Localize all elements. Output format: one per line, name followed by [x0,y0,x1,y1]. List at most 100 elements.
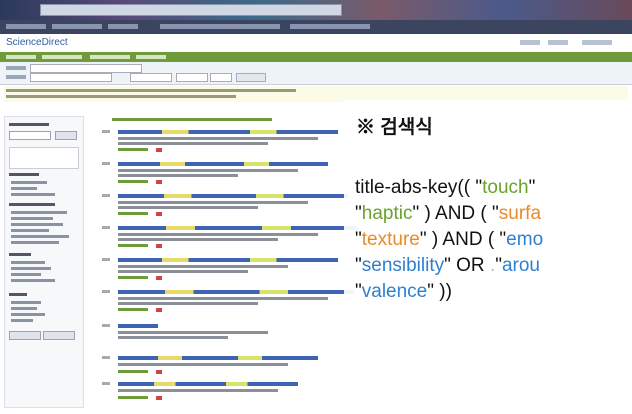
result-title[interactable] [118,130,338,134]
result-meta [118,297,328,300]
result-meta [118,201,308,204]
nav-tab[interactable] [42,55,82,59]
keyword-valence: valence [361,281,428,302]
nav-tab[interactable] [90,55,130,59]
header-link[interactable] [582,40,612,45]
sidebar-item[interactable] [11,181,47,184]
search-input[interactable] [210,73,232,82]
sidebar-item[interactable] [11,279,55,282]
toolbar-item[interactable] [160,24,280,29]
result-title[interactable] [118,290,354,294]
nav-tab[interactable] [136,55,166,59]
keyword-surface: surfa [498,203,542,224]
result-meta [118,336,228,339]
search-input[interactable] [30,64,142,73]
sidebar-item[interactable] [11,273,41,276]
result-title[interactable] [118,162,328,166]
result-links[interactable] [118,244,148,247]
sidebar-heading [9,293,27,296]
result-links[interactable] [118,180,148,183]
result-title[interactable] [118,194,348,198]
result-meta [118,389,278,392]
site-header: ScienceDirect [0,34,632,52]
pdf-icon[interactable] [156,308,162,312]
sidebar-box [9,147,79,169]
apply-button[interactable] [9,331,41,340]
sidebar-item[interactable] [11,301,41,304]
sidebar-item[interactable] [11,217,53,220]
result-number [102,162,110,165]
search-input[interactable] [130,73,172,82]
toolbar-item[interactable] [52,24,102,29]
results-toolbar[interactable] [112,118,272,121]
query-text: " ) AND ( " [419,229,507,250]
sidebar-item[interactable] [11,313,45,316]
result-meta [118,363,288,366]
result-links[interactable] [118,308,148,311]
toolbar-item[interactable] [290,24,370,29]
search-input[interactable] [30,73,112,82]
header-link[interactable] [548,40,568,45]
sidebar-item[interactable] [11,241,59,244]
notice-text [6,95,236,98]
refine-button[interactable] [55,131,77,140]
nav-tab[interactable] [6,55,36,59]
sidebar-heading [9,123,49,126]
sidebar-item[interactable] [11,319,33,322]
pdf-icon[interactable] [156,276,162,280]
toolbar-item[interactable] [6,24,46,29]
result-number [102,130,110,133]
clear-button[interactable] [43,331,75,340]
header-link[interactable] [520,40,540,45]
sidebar-heading [9,203,55,206]
result-title[interactable] [118,258,338,262]
search-label [6,66,26,70]
sidebar-item[interactable] [11,229,49,232]
search-panel [0,62,632,85]
sidebar-item[interactable] [11,261,45,264]
result-links[interactable] [118,148,148,151]
result-title[interactable] [118,226,358,230]
query-line: "texture" ) AND ( "emo [355,228,543,252]
site-logo[interactable]: ScienceDirect [6,37,68,48]
query-line: "valence" )) [355,280,452,304]
search-input[interactable] [176,73,208,82]
search-button[interactable] [236,73,266,82]
result-meta [118,233,318,236]
toolbar-item[interactable] [108,24,138,29]
result-links[interactable] [118,212,148,215]
sidebar-item[interactable] [11,267,51,270]
refine-input[interactable] [9,131,51,140]
result-links[interactable] [118,396,148,399]
keyword-arousal: arou [501,255,540,276]
result-meta [118,302,258,305]
sidebar-item[interactable] [11,193,55,196]
result-title[interactable] [118,324,158,328]
sidebar-item[interactable] [11,235,69,238]
sidebar-heading [9,253,31,256]
result-title[interactable] [118,356,318,360]
browser-toolbar [0,20,632,34]
result-title[interactable] [118,382,298,386]
pdf-icon[interactable] [156,180,162,184]
query-text: " OR [444,255,490,276]
pdf-icon[interactable] [156,212,162,216]
result-links[interactable] [118,276,148,279]
address-bar[interactable] [40,4,342,16]
result-links[interactable] [118,370,148,373]
search-label [6,75,26,79]
sidebar-item[interactable] [11,211,67,214]
result-number [102,258,110,261]
sidebar-item[interactable] [11,187,37,190]
pdf-icon[interactable] [156,370,162,374]
pdf-icon[interactable] [156,396,162,400]
keyword-touch: touch [482,177,529,198]
pdf-icon[interactable] [156,148,162,152]
result-meta [118,331,268,334]
result-number [102,324,110,327]
pdf-icon[interactable] [156,244,162,248]
sidebar-item[interactable] [11,307,37,310]
sidebar-item[interactable] [11,223,63,226]
query-text: " [495,255,502,276]
query-line: "sensibility" OR ."arou [355,254,540,278]
